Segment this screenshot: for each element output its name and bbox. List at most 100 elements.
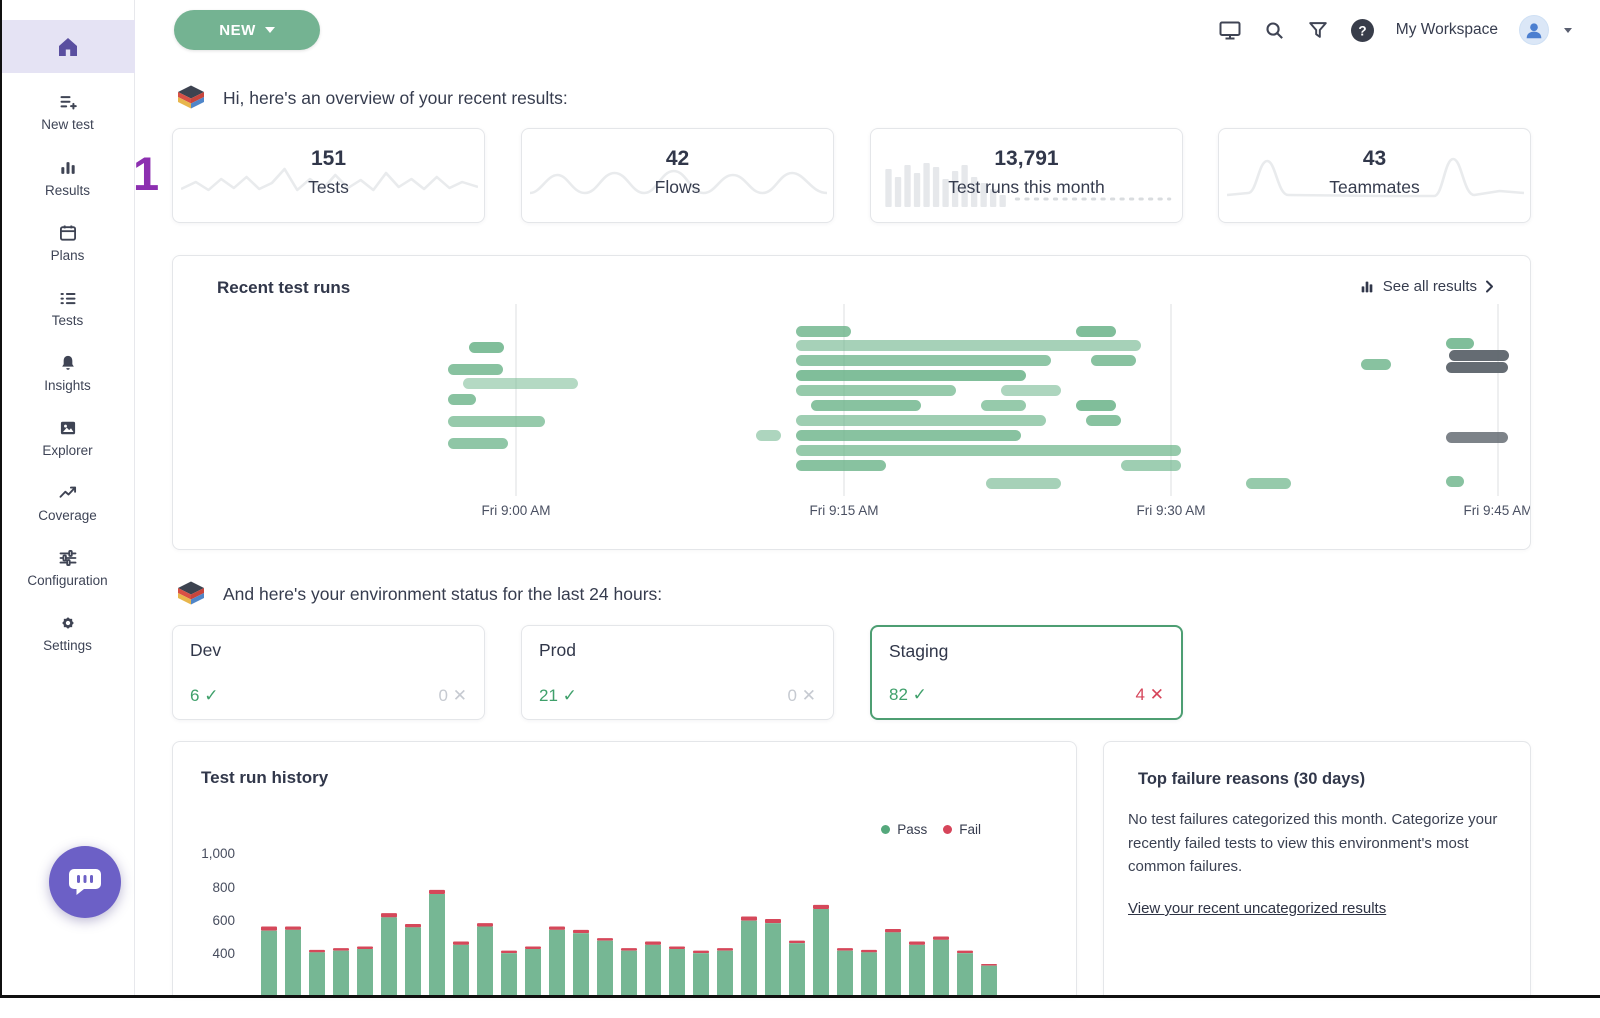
env-pass-count: 82 ✓: [889, 685, 927, 705]
sidebar-item-label: Configuration: [27, 573, 107, 588]
sidebar-item-label: New test: [41, 117, 94, 132]
sidebar-item-plans[interactable]: Plans: [0, 223, 135, 263]
y-axis-tick: 1,000: [185, 846, 235, 861]
sidebar-item-label: Settings: [43, 638, 92, 653]
caret-down-icon: [265, 27, 275, 33]
check-icon: ✓: [563, 686, 577, 705]
help-icon[interactable]: ?: [1350, 18, 1375, 43]
stat-card-flows[interactable]: 42 Flows: [521, 128, 834, 223]
x-icon: ✕: [802, 686, 816, 705]
pass-dot-icon: [881, 825, 890, 834]
sidebar-item-coverage[interactable]: Coverage: [0, 483, 135, 523]
filter-icon[interactable]: [1307, 19, 1329, 41]
y-axis-tick: 400: [185, 946, 235, 961]
stat-value: 43: [1219, 147, 1530, 171]
search-icon[interactable]: [1263, 19, 1286, 42]
check-icon: ✓: [913, 685, 927, 704]
sidebar-item-label: Results: [45, 183, 90, 198]
trend-up-icon: [58, 483, 78, 503]
panel-title: Top failure reasons (30 days): [1138, 770, 1365, 789]
chat-bubble-icon: [68, 867, 102, 897]
chart-legend: Pass Fail: [881, 822, 981, 837]
bar-chart-icon: [1359, 279, 1375, 295]
new-button-label: NEW: [219, 22, 256, 39]
sidebar-item-label: Coverage: [38, 508, 97, 523]
stat-label: Test runs this month: [871, 177, 1182, 198]
y-axis-tick: 600: [185, 913, 235, 928]
monitor-icon[interactable]: [1218, 18, 1242, 42]
environment-heading: And here's your environment status for t…: [223, 584, 662, 605]
env-card-dev[interactable]: Dev 6 ✓ 0 ✕: [172, 625, 485, 720]
time-axis-label: Fri 9:15 AM: [809, 503, 878, 518]
screenshot-bottom-border: [0, 995, 1600, 998]
overview-greeting: Hi, here's an overview of your recent re…: [223, 88, 568, 109]
time-axis-label: Fri 9:00 AM: [481, 503, 550, 518]
time-axis-label: Fri 9:30 AM: [1136, 503, 1205, 518]
legend-pass: Pass: [881, 822, 927, 837]
x-icon: ✕: [1150, 685, 1164, 704]
sidebar-item-label: Plans: [51, 248, 85, 263]
sidebar-item-label: Explorer: [42, 443, 92, 458]
sidebar-item-results[interactable]: Results: [0, 158, 135, 198]
test-run-history-panel: Test run history Pass Fail 1,000 800 600…: [172, 741, 1077, 997]
env-fail-count: 0 ✕: [788, 686, 816, 706]
calendar-icon: [58, 223, 78, 243]
bar-chart-icon: [58, 158, 78, 178]
image-icon: [58, 418, 78, 438]
environment-heading-row: And here's your environment status for t…: [176, 580, 662, 608]
recent-test-runs-panel: Recent test runs See all results Fri 9:0…: [172, 255, 1531, 550]
home-icon: [56, 35, 80, 59]
env-pass-count: 6 ✓: [190, 686, 218, 706]
sliders-icon: [58, 548, 78, 568]
env-name: Prod: [539, 640, 576, 661]
list-icon: [58, 288, 78, 308]
sidebar-item-label: Insights: [44, 378, 91, 393]
env-fail-count: 4 ✕: [1136, 685, 1164, 705]
stat-card-teammates[interactable]: 43 Teammates: [1218, 128, 1531, 223]
stat-label: Flows: [522, 177, 833, 198]
sidebar-item-tests[interactable]: Tests: [0, 288, 135, 328]
env-card-prod[interactable]: Prod 21 ✓ 0 ✕: [521, 625, 834, 720]
new-button[interactable]: NEW: [174, 10, 320, 50]
env-pass-count: 21 ✓: [539, 686, 577, 706]
x-icon: ✕: [453, 686, 467, 705]
stat-label: Teammates: [1219, 177, 1530, 198]
bell-icon: [58, 353, 78, 373]
annotation-marker-1: 1: [133, 146, 159, 201]
failure-reasons-text: No test failures categorized this month.…: [1128, 808, 1510, 879]
env-name: Staging: [889, 641, 948, 662]
sidebar-item-new-test[interactable]: New test: [0, 92, 135, 132]
time-axis-label: Fri 9:45 AM: [1463, 503, 1531, 518]
gear-icon: [58, 613, 78, 633]
chat-launcher[interactable]: [49, 846, 121, 918]
env-fail-count: 0 ✕: [439, 686, 467, 706]
legend-fail: Fail: [943, 822, 981, 837]
caret-down-icon[interactable]: [1564, 28, 1572, 33]
avatar[interactable]: [1519, 15, 1549, 45]
panel-title: Test run history: [201, 768, 328, 788]
new-test-icon: [58, 92, 78, 112]
top-failure-reasons-panel: Top failure reasons (30 days) No test fa…: [1103, 741, 1531, 997]
stat-value: 13,791: [871, 147, 1182, 171]
stat-value: 42: [522, 147, 833, 171]
sidebar-item-home[interactable]: [0, 20, 135, 73]
env-card-staging[interactable]: Staging 82 ✓ 4 ✕: [870, 625, 1183, 720]
stat-card-test-runs[interactable]: 13,791 Test runs this month: [870, 128, 1183, 223]
stat-value: 151: [173, 147, 484, 171]
env-name: Dev: [190, 640, 221, 661]
sidebar-item-explorer[interactable]: Explorer: [0, 418, 135, 458]
stat-card-tests[interactable]: 151 Tests: [172, 128, 485, 223]
sidebar: New test Results Plans Tests Insights: [0, 0, 135, 996]
sidebar-item-configuration[interactable]: Configuration: [0, 548, 135, 588]
app-logo-icon: [176, 84, 206, 112]
sidebar-item-settings[interactable]: Settings: [0, 613, 135, 653]
see-all-results-link[interactable]: See all results: [1359, 278, 1494, 295]
topbar-actions: ? My Workspace: [1218, 12, 1572, 48]
workspace-selector[interactable]: My Workspace: [1396, 21, 1498, 39]
uncategorized-results-link[interactable]: View your recent uncategorized results: [1128, 900, 1386, 917]
overview-greeting-row: Hi, here's an overview of your recent re…: [176, 84, 568, 112]
fail-dot-icon: [943, 825, 952, 834]
y-axis-tick: 800: [185, 880, 235, 895]
sidebar-item-insights[interactable]: Insights: [0, 353, 135, 393]
screenshot-left-border: [0, 0, 2, 998]
